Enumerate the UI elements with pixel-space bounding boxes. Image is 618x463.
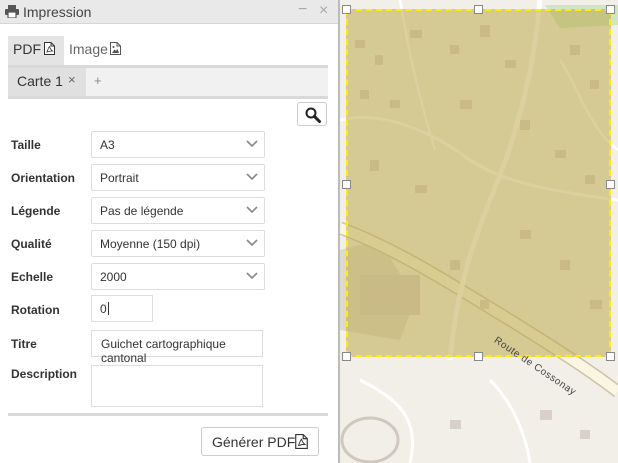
window-titlebar: Impression − × [0, 0, 338, 24]
close-button[interactable]: × [319, 2, 328, 20]
map-tabs-bar: Carte 1 × + [8, 68, 328, 96]
printer-icon [5, 5, 19, 18]
add-map-tab-button[interactable]: + [94, 73, 102, 88]
orientation-label: Orientation [11, 171, 76, 185]
generate-pdf-button[interactable]: Générer PDF [201, 427, 319, 456]
orientation-select[interactable]: Portrait [91, 164, 265, 191]
map-tab-carte-1[interactable]: Carte 1 × [8, 68, 86, 96]
title-label: Titre [11, 337, 37, 351]
quality-select[interactable]: Moyenne (150 dpi) [91, 230, 265, 257]
chevron-down-icon [246, 140, 258, 148]
map-tabs-divider [8, 96, 328, 99]
title-value: Guichet cartographique cantonal [101, 337, 226, 365]
rotation-input[interactable]: 0 [91, 295, 153, 322]
scale-select[interactable]: 2000 [91, 263, 265, 290]
tab-image[interactable]: Image [64, 36, 130, 66]
zoom-to-frame-button[interactable] [297, 102, 327, 126]
size-value: A3 [100, 138, 115, 152]
legend-select[interactable]: Pas de légende [91, 197, 265, 224]
text-cursor [107, 302, 109, 315]
pdf-file-icon [44, 42, 55, 55]
frame-handle-bottom-left[interactable] [342, 352, 351, 361]
print-panel: Impression − × PDF Image Carte 1 × + Tai… [0, 0, 338, 463]
scale-label: Echelle [11, 270, 54, 284]
frame-handle-top-middle[interactable] [474, 5, 483, 14]
scale-value: 2000 [100, 270, 127, 284]
size-select[interactable]: A3 [91, 131, 265, 158]
frame-handle-bottom-right[interactable] [606, 352, 615, 361]
frame-handle-top-left[interactable] [342, 5, 351, 14]
chevron-down-icon [246, 206, 258, 214]
chevron-down-icon [246, 173, 258, 181]
window-title: Impression [23, 4, 92, 20]
image-file-icon [110, 42, 121, 55]
map-view[interactable]: Route de Cossonay [340, 0, 618, 463]
rotation-label: Rotation [11, 303, 60, 317]
map-tab-label: Carte 1 [17, 73, 63, 89]
map-tab-close-icon[interactable]: × [68, 72, 76, 87]
print-extent-frame[interactable] [346, 9, 611, 357]
search-icon [305, 107, 321, 123]
frame-handle-middle-left[interactable] [342, 180, 351, 189]
title-input[interactable]: Guichet cartographique cantonal [91, 330, 263, 365]
pdf-file-icon [295, 434, 308, 449]
footer-divider [8, 413, 328, 416]
legend-value: Pas de légende [100, 204, 184, 218]
chevron-down-icon [246, 272, 258, 280]
size-label: Taille [11, 138, 41, 152]
quality-value: Moyenne (150 dpi) [100, 237, 201, 251]
chevron-down-icon [246, 239, 258, 247]
frame-handle-bottom-middle[interactable] [474, 352, 483, 361]
tab-image-label: Image [69, 41, 108, 57]
tab-pdf-label: PDF [13, 41, 41, 57]
frame-handle-top-right[interactable] [606, 5, 615, 14]
tab-pdf[interactable]: PDF [8, 36, 64, 66]
orientation-value: Portrait [100, 171, 139, 185]
rotation-value: 0 [100, 302, 107, 316]
legend-label: Légende [11, 204, 61, 218]
description-textarea[interactable] [91, 365, 263, 407]
description-label: Description [11, 367, 78, 381]
frame-handle-middle-right[interactable] [606, 180, 615, 189]
minimize-button[interactable]: − [298, 1, 307, 19]
generate-pdf-label: Générer PDF [212, 434, 296, 450]
quality-label: Qualité [11, 237, 52, 251]
